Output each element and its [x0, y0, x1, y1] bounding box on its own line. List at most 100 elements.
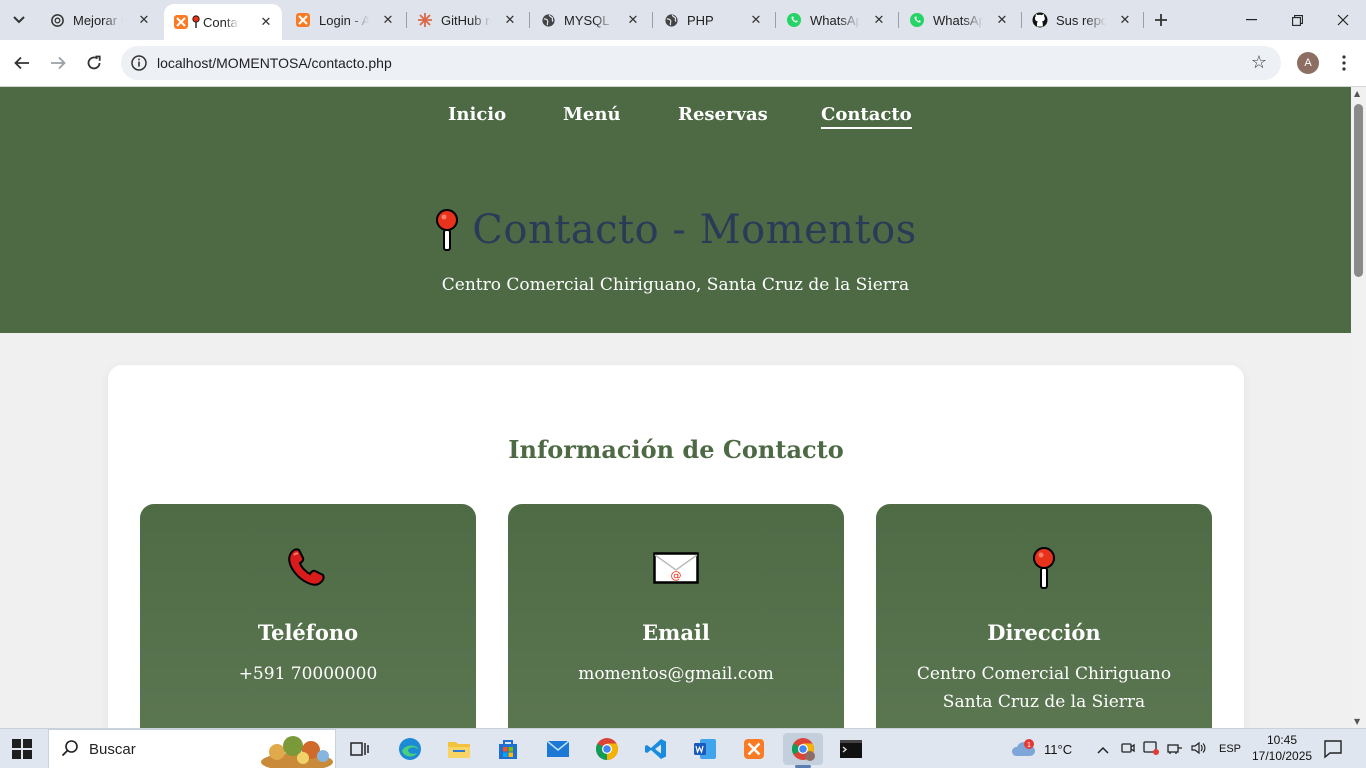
xampp-icon[interactable]: [734, 733, 774, 765]
tab-title: Contacto: [203, 14, 239, 30]
close-icon[interactable]: ✕: [380, 12, 396, 28]
email-address[interactable]: momentos@gmail.com: [508, 660, 844, 688]
xampp-icon: [173, 14, 189, 30]
section-title: Información de Contacto: [508, 435, 844, 464]
volume-icon[interactable]: [1191, 741, 1209, 758]
browser-toolbar: localhost/MOMENTOSA/contacto.php ☆ A: [0, 40, 1366, 87]
tab-title: MYSQL: [564, 12, 610, 28]
chatgpt-icon: [49, 12, 65, 28]
browser-tab[interactable]: GitHub re ✕: [408, 0, 526, 40]
url-text[interactable]: localhost/MOMENTOSA/contacto.php: [157, 55, 392, 71]
weather-widget[interactable]: 1 11°C: [1010, 729, 1072, 768]
terminal-icon[interactable]: [831, 733, 871, 765]
close-icon[interactable]: ✕: [258, 14, 274, 30]
browser-tab-strip: Mejorar su ✕ Contacto ✕ Login - Ad ✕ Git…: [0, 0, 1366, 40]
phone-number-text: +591 70000000: [238, 664, 378, 684]
kebab-menu-icon: [1342, 55, 1346, 71]
scroll-up-icon[interactable]: ▲: [1354, 89, 1360, 98]
security-icon[interactable]: [1143, 740, 1161, 758]
taskbar-clock[interactable]: 10:45 17/10/2025: [1252, 732, 1312, 764]
forward-button[interactable]: [44, 49, 72, 77]
word-icon[interactable]: [685, 733, 725, 765]
chrome-profile-icon[interactable]: [783, 733, 823, 768]
email-address-text: momentos@gmail.com: [578, 664, 774, 684]
network-icon[interactable]: [1167, 741, 1185, 758]
page-subtitle: Centro Comercial Chiriguano, Santa Cruz …: [441, 275, 910, 295]
notification-icon[interactable]: [1322, 738, 1344, 760]
nav-link-reservas[interactable]: Reservas: [678, 104, 768, 125]
close-icon: [1337, 14, 1349, 26]
browser-tab[interactable]: MYSQL ✕: [531, 0, 649, 40]
nav-link-contacto[interactable]: Contacto: [821, 104, 912, 129]
windows-start-icon[interactable]: [12, 739, 32, 759]
chrome-icon[interactable]: [587, 733, 627, 765]
reload-button[interactable]: [80, 49, 108, 77]
pushpin-icon: [191, 14, 201, 30]
globe-icon: [663, 12, 679, 28]
taskbar-search-box[interactable]: Buscar: [48, 729, 336, 768]
address-line-2: Santa Cruz de la Sierra: [942, 692, 1146, 712]
file-explorer-icon[interactable]: [439, 733, 479, 765]
page-title: Contacto - Momentos: [0, 207, 1351, 253]
close-icon[interactable]: ✕: [502, 12, 518, 28]
close-window-button[interactable]: [1320, 0, 1366, 40]
profile-avatar[interactable]: A: [1297, 52, 1319, 74]
info-card-title: Teléfono: [257, 620, 359, 645]
minimize-button[interactable]: [1228, 0, 1274, 40]
vscode-icon[interactable]: [636, 733, 676, 765]
browser-tab[interactable]: Sus repos ✕: [1023, 0, 1141, 40]
browser-tab[interactable]: PHP ✕: [654, 0, 772, 40]
claude-icon: [417, 12, 433, 28]
browser-tab[interactable]: WhatsApp ✕: [777, 0, 895, 40]
pushpin-icon: [436, 209, 459, 251]
bookmark-star-icon[interactable]: ☆: [1251, 52, 1267, 73]
edge-icon[interactable]: [390, 733, 430, 765]
tab-title: PHP: [687, 12, 714, 28]
close-icon[interactable]: ✕: [1117, 12, 1133, 28]
new-tab-button[interactable]: [1150, 8, 1172, 32]
whatsapp-icon: [786, 12, 802, 28]
browser-menu-button[interactable]: [1334, 52, 1354, 74]
mail-icon[interactable]: [538, 733, 578, 765]
close-icon[interactable]: ✕: [625, 12, 641, 28]
close-icon[interactable]: ✕: [136, 12, 152, 28]
language-indicator[interactable]: ESP: [1219, 743, 1241, 755]
search-icon: [61, 740, 78, 757]
arrow-left-icon: [14, 56, 29, 70]
weather-temperature: 11°C: [1044, 741, 1073, 757]
scrollbar-thumb[interactable]: [1354, 104, 1363, 277]
hero-header: Inicio Menú Reservas Contacto Contacto -…: [0, 87, 1351, 333]
browser-tab[interactable]: Login - Ad ✕: [286, 0, 404, 40]
browser-tab-active[interactable]: Contacto ✕: [164, 4, 282, 40]
restore-button[interactable]: [1274, 0, 1320, 40]
nav-link-menu[interactable]: Menú: [563, 104, 621, 125]
info-icon[interactable]: [130, 54, 148, 72]
close-icon[interactable]: ✕: [871, 12, 887, 28]
telephone-icon: [140, 544, 476, 592]
close-icon[interactable]: ✕: [994, 12, 1010, 28]
minimize-icon: [1245, 19, 1257, 21]
page-scrollbar[interactable]: ▲ ▼: [1351, 87, 1366, 728]
back-button[interactable]: [8, 49, 36, 77]
tab-separator: [652, 12, 653, 28]
tab-search-button[interactable]: [6, 8, 32, 32]
clock-date: 17/10/2025: [1252, 749, 1313, 763]
task-view-icon[interactable]: [340, 733, 380, 765]
close-icon[interactable]: ✕: [748, 12, 764, 28]
tab-title: Login - Ad: [319, 12, 369, 28]
camera-icon[interactable]: [1121, 741, 1137, 758]
tab-separator: [775, 12, 776, 28]
github-icon: [1032, 12, 1048, 28]
page-title-text: Contacto - Momentos: [472, 207, 917, 253]
chevron-up-icon[interactable]: [1097, 742, 1113, 757]
browser-tab[interactable]: Mejorar su ✕: [40, 0, 160, 40]
scroll-down-icon[interactable]: ▼: [1354, 717, 1360, 726]
address-bar[interactable]: localhost/MOMENTOSA/contacto.php ☆: [121, 46, 1281, 80]
tab-separator: [529, 12, 530, 28]
nav-link-inicio[interactable]: Inicio: [448, 104, 506, 125]
chevron-down-icon: [13, 16, 25, 24]
tab-title: GitHub re: [441, 12, 491, 28]
arrow-right-icon: [51, 56, 66, 70]
browser-tab[interactable]: WhatsApp ✕: [900, 0, 1018, 40]
microsoft-store-icon[interactable]: [488, 733, 528, 765]
